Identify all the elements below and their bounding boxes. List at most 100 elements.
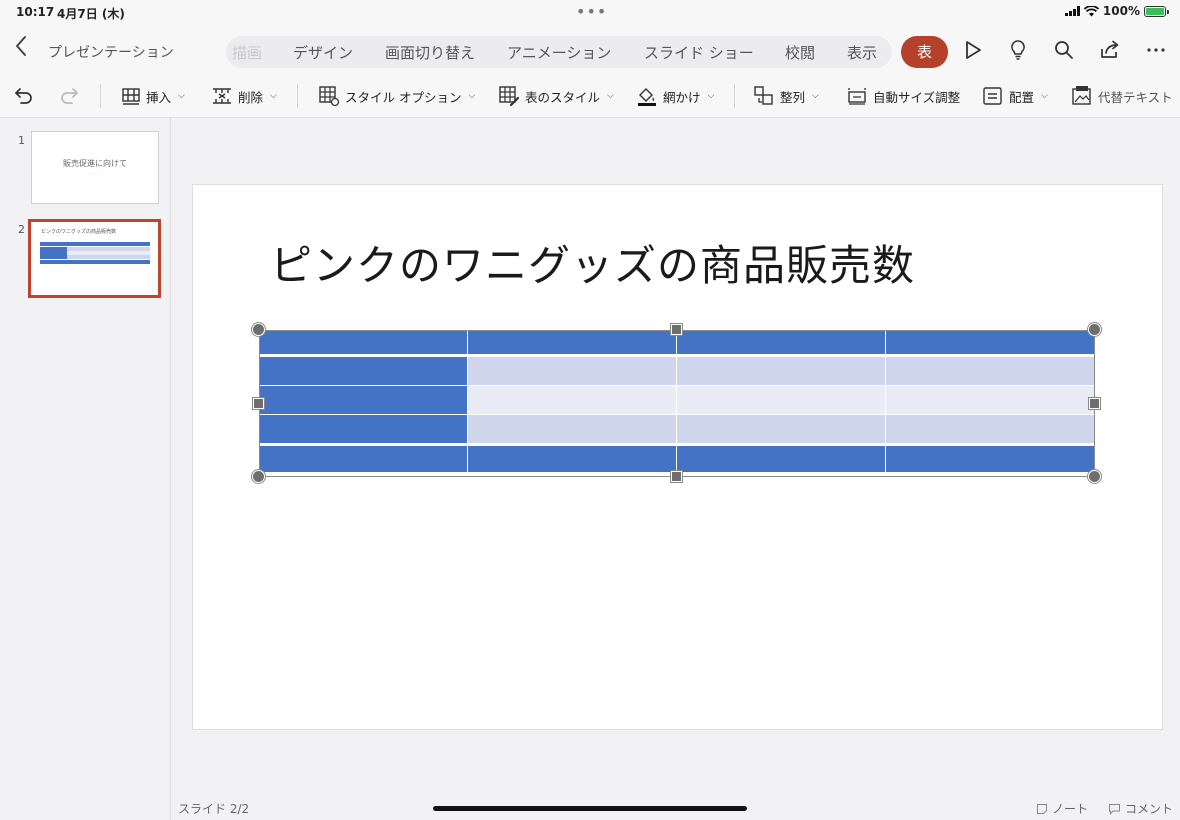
back-chevron-icon[interactable] [14, 34, 28, 64]
align-icon [983, 87, 1002, 105]
insert-button[interactable]: 挿入 ⌵ [121, 84, 185, 108]
search-icon[interactable] [1052, 38, 1076, 62]
lightbulb-icon[interactable] [1006, 38, 1030, 62]
play-icon[interactable] [961, 38, 985, 62]
table-cell[interactable] [468, 386, 677, 415]
autofit-label: 自動サイズ調整 [873, 89, 961, 105]
battery-icon [1144, 5, 1169, 17]
ribbon-toolbar: 挿入 ⌵ 削除 ⌵ スタイル オプション ⌵ 表のスタイル ⌵ 網かけ ⌵ 整列 ⌵ 自動サ… [0, 72, 1180, 118]
table-cell[interactable] [468, 415, 677, 444]
table-cell-first-column[interactable] [259, 386, 468, 415]
slide-thumbnail-2[interactable]: ピンクのワニグッズの商品販売数 [28, 219, 161, 298]
table-cell[interactable] [468, 357, 677, 386]
table-cell[interactable] [677, 357, 886, 386]
paint-bucket-icon [638, 88, 656, 106]
multitasking-dots-icon[interactable]: ••• [576, 2, 607, 21]
undo-button[interactable] [12, 84, 36, 108]
ribbon-divider [100, 84, 101, 108]
tab-review[interactable]: 校閲 [785, 42, 815, 63]
table-cell-first-column[interactable] [259, 357, 468, 386]
autofit-icon [848, 88, 866, 105]
chevron-down-icon: ⌵ [1041, 91, 1048, 101]
status-date: 4月7日 (木) [57, 7, 125, 21]
resize-handle-bottom[interactable] [671, 471, 682, 482]
tab-transitions[interactable]: 画面切り替え [385, 42, 475, 63]
resize-handle-bottom-left[interactable] [252, 470, 265, 483]
alt-text-label: 代替テキスト [1098, 89, 1173, 105]
thumbnail-number: 1 [18, 134, 25, 147]
comments-button[interactable]: コメント [1108, 800, 1173, 817]
arrange-icon [754, 86, 773, 105]
table-cell[interactable] [677, 415, 886, 444]
style-options-label: スタイル オプション [345, 89, 462, 105]
tab-design[interactable]: デザイン [293, 42, 353, 63]
share-icon[interactable] [1098, 38, 1122, 62]
more-icon[interactable] [1144, 38, 1168, 62]
table-cell[interactable] [886, 357, 1095, 386]
cellular-signal-icon [1064, 6, 1080, 16]
resize-handle-right[interactable] [1089, 398, 1100, 409]
arrange-label: 整列 [780, 89, 806, 105]
tab-slideshow[interactable]: スライド ショー [644, 42, 754, 63]
notes-button[interactable]: ノート [1036, 800, 1088, 817]
table-styles-button[interactable]: 表のスタイル ⌵ [498, 84, 614, 108]
resize-handle-top-right[interactable] [1088, 323, 1101, 336]
slide-table[interactable] [259, 330, 1095, 477]
home-indicator[interactable] [433, 806, 747, 811]
thumbnail-subtitle: ・・・・・ [87, 172, 103, 176]
alt-text-icon [1072, 86, 1091, 105]
tab-animations[interactable]: アニメーション [507, 42, 611, 63]
chevron-down-icon: ⌵ [468, 91, 476, 101]
table-cell[interactable] [677, 386, 886, 415]
thumbnail-title: 販売促進に向けて [63, 159, 127, 168]
resize-handle-top-left[interactable] [252, 323, 265, 336]
table-cell-total-row[interactable] [677, 444, 886, 473]
status-bar: 10:17 4月7日 (木) ••• 100% [0, 0, 1180, 24]
thumbnail-title: ピンクのワニグッズの商品販売数 [41, 229, 117, 235]
table-cell-header[interactable] [886, 330, 1095, 357]
style-options-button[interactable]: スタイル オプション ⌵ [318, 84, 475, 108]
ribbon-divider [297, 84, 298, 108]
battery-percent: 100% [1102, 4, 1140, 18]
delete-label: 削除 [238, 89, 264, 105]
slide-title[interactable]: ピンクのワニグッズの商品販売数 [270, 232, 915, 293]
thumbnail-number: 2 [18, 223, 25, 236]
comments-label: コメント [1125, 802, 1174, 816]
table-style-options-icon [319, 86, 340, 107]
table-cell[interactable] [886, 386, 1095, 415]
tab-draw[interactable]: 描画 [232, 42, 262, 63]
arrange-button[interactable]: 整列 ⌵ [753, 84, 819, 108]
document-title[interactable]: プレゼンテーション [48, 42, 174, 62]
resize-handle-bottom-right[interactable] [1088, 470, 1101, 483]
table-cell[interactable] [886, 415, 1095, 444]
resize-handle-top[interactable] [671, 324, 682, 335]
delete-button[interactable]: 削除 ⌵ [211, 84, 277, 108]
chevron-down-icon: ⌵ [812, 91, 819, 101]
shading-button[interactable]: 網かけ ⌵ [636, 84, 714, 108]
ribbon-divider [734, 84, 735, 108]
alt-text-button[interactable]: 代替テキスト [1071, 84, 1173, 108]
align-button[interactable]: 配置 ⌵ [982, 84, 1048, 108]
chevron-down-icon: ⌵ [607, 91, 614, 101]
table-cell-header[interactable] [468, 330, 677, 357]
table-cell-header[interactable] [677, 330, 886, 357]
slide-thumbnails-pane: 1 販売促進に向けて ・・・・・ 2 ピンクのワニグッズの商品販売数 [0, 118, 171, 820]
table-delete-icon [213, 88, 231, 104]
tab-view[interactable]: 表示 [847, 42, 877, 63]
slide-thumbnail-1[interactable]: 販売促進に向けて ・・・・・ [31, 131, 159, 204]
table-cell-total-row[interactable] [468, 444, 677, 473]
shading-label: 網かけ [663, 89, 701, 105]
redo-button[interactable] [57, 84, 81, 108]
resize-handle-left[interactable] [253, 398, 264, 409]
autofit-button[interactable]: 自動サイズ調整 [846, 84, 960, 108]
chevron-down-icon: ⌵ [178, 91, 185, 101]
chevron-down-icon: ⌵ [707, 91, 715, 101]
status-time: 10:17 [16, 5, 55, 19]
table-cell-total-row[interactable] [886, 444, 1095, 473]
table-cell-total-row[interactable] [259, 444, 468, 473]
insert-label: 挿入 [146, 89, 172, 105]
table-cell-first-column[interactable] [259, 415, 468, 444]
slide-counter: スライド 2/2 [178, 802, 250, 816]
table-cell-header[interactable] [259, 330, 468, 357]
tab-table[interactable]: 表 [901, 36, 948, 68]
